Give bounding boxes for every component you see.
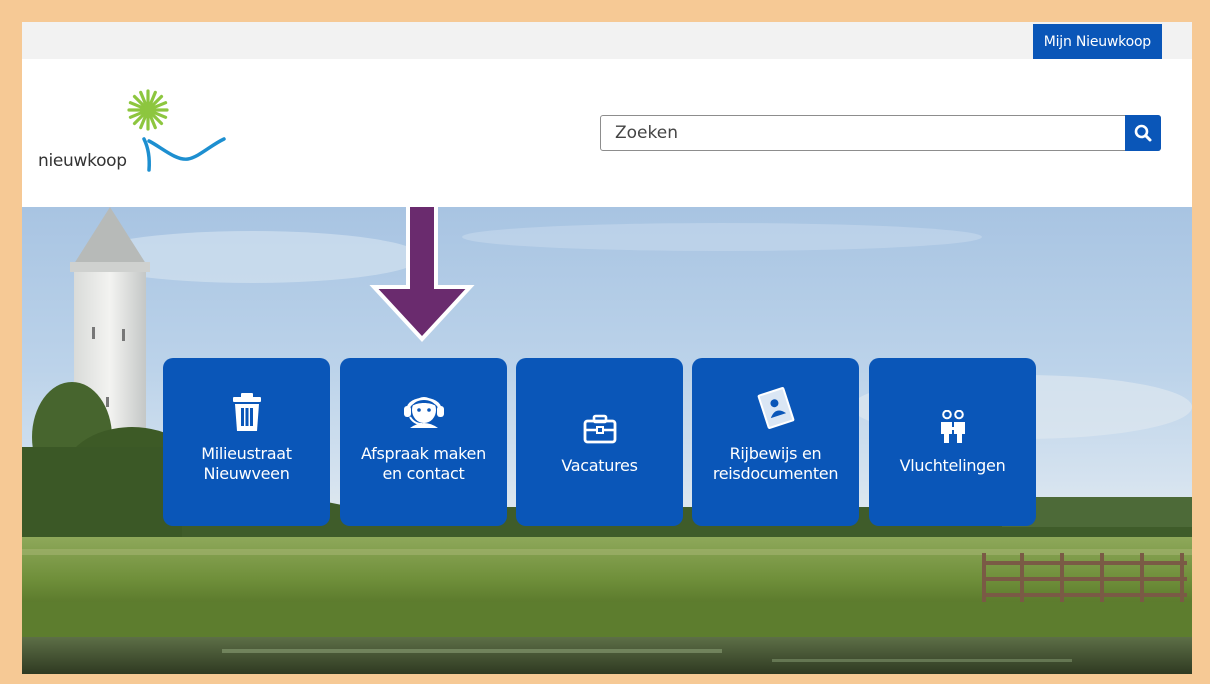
headset-icon	[340, 388, 507, 435]
tile-label-line2: reisdocumenten	[712, 464, 839, 483]
logo-text: nieuwkoop	[38, 151, 127, 171]
tile-label-line1: Milieustraat	[201, 444, 292, 463]
top-bar: Mijn Nieuwkoop	[22, 22, 1192, 60]
tile-afspraak-contact[interactable]: Afspraak maken en contact	[340, 358, 507, 526]
trash-icon	[163, 392, 330, 437]
briefcase-icon	[516, 414, 683, 449]
id-document-icon	[692, 386, 859, 435]
search-button[interactable]	[1125, 115, 1161, 151]
tile-vluchtelingen[interactable]: Vluchtelingen	[869, 358, 1036, 526]
website-frame: Mijn Nieuwkoop nieuwkoop Zoeken Milieust…	[22, 22, 1192, 674]
tile-label-line2: en contact	[382, 464, 465, 483]
tile-label: Vluchtelingen	[899, 456, 1006, 475]
search-icon	[1134, 124, 1152, 142]
people-icon	[869, 409, 1036, 449]
quick-links: Milieustraat Nieuwveen Afspraak maken en…	[163, 358, 1043, 528]
tile-milieustraat[interactable]: Milieustraat Nieuwveen	[163, 358, 330, 526]
tile-vacatures[interactable]: Vacatures	[516, 358, 683, 526]
tile-label-line1: Afspraak maken	[361, 444, 486, 463]
annotation-arrow-icon	[369, 207, 475, 342]
hero-banner: Milieustraat Nieuwveen Afspraak maken en…	[22, 207, 1192, 674]
site-header: nieuwkoop	[22, 59, 1192, 207]
tile-label-line2: Nieuwveen	[203, 464, 290, 483]
search-box	[600, 115, 1161, 151]
tile-label: Vacatures	[561, 456, 638, 475]
nieuwkoop-logo[interactable]: nieuwkoop	[36, 89, 236, 181]
search-input[interactable]	[601, 116, 1135, 150]
tile-label-line1: Rijbewijs en	[729, 444, 822, 463]
mijn-nieuwkoop-button[interactable]: Mijn Nieuwkoop	[1032, 24, 1162, 60]
tile-rijbewijs[interactable]: Rijbewijs en reisdocumenten	[692, 358, 859, 526]
